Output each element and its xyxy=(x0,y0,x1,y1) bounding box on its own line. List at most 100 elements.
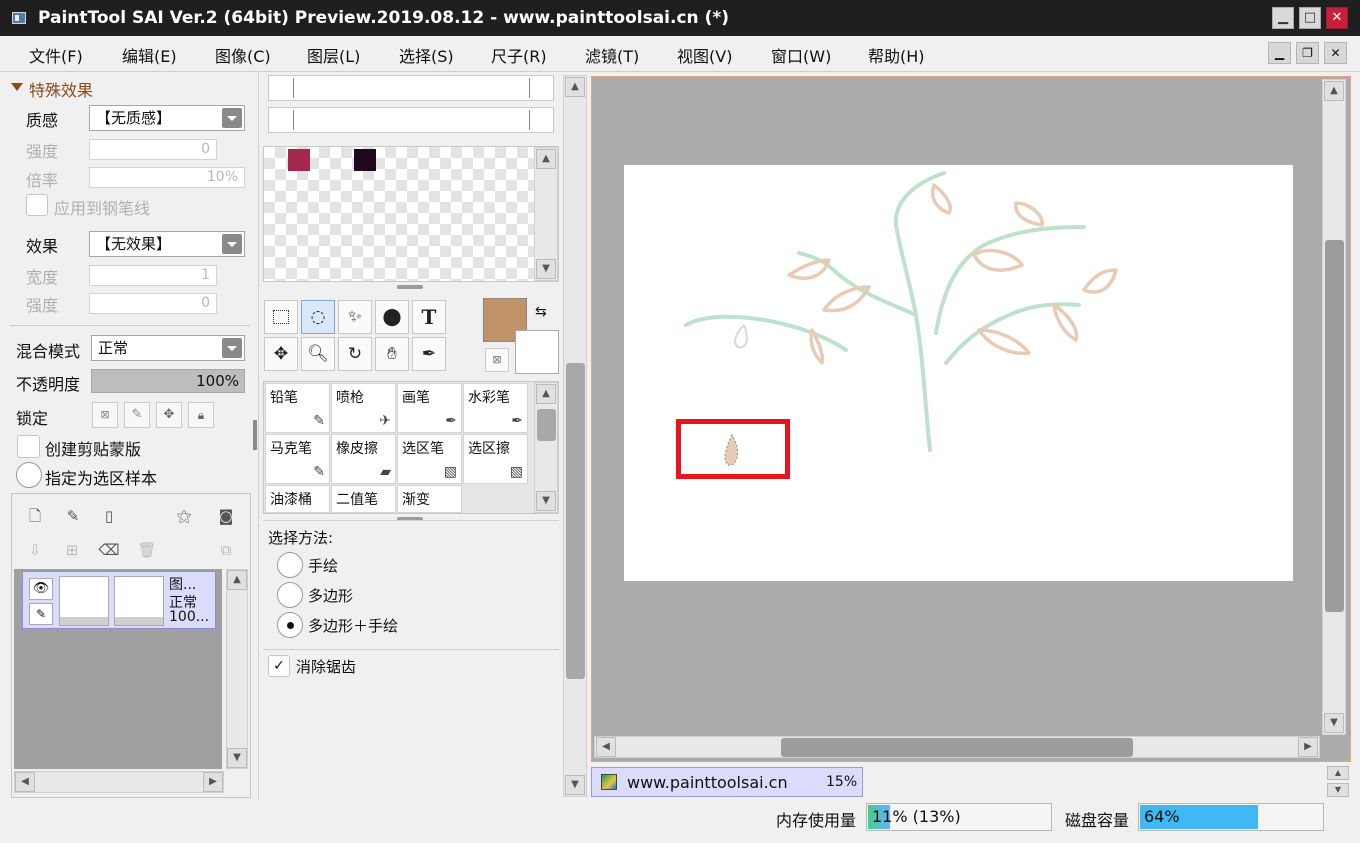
radio-polygon-freehand[interactable] xyxy=(277,612,303,638)
zoom-tool[interactable]: 🔍︎ xyxy=(301,337,335,371)
scroll-right-icon[interactable]: ▶ xyxy=(1298,737,1318,757)
new-pen-layer-icon[interactable]: ✎ xyxy=(62,505,84,527)
canvas-vscrollbar[interactable]: ▲ ▼ xyxy=(1322,79,1346,735)
move-tool[interactable]: ✥ xyxy=(264,337,298,371)
splitter-handle[interactable] xyxy=(397,285,423,289)
brush-brush[interactable]: 画笔 ✒ xyxy=(397,383,462,433)
antialias-checkbox[interactable]: ✓ xyxy=(268,655,290,677)
transparent-color-icon[interactable]: ⊠ xyxy=(485,348,509,372)
swatch-board[interactable]: ▲ ▼ xyxy=(263,146,559,282)
rotate-tool[interactable]: ↻ xyxy=(338,337,372,371)
brush-airbrush[interactable]: 喷枪 ✈ xyxy=(331,383,396,433)
drawing-canvas[interactable] xyxy=(624,165,1293,581)
brush-gradient[interactable]: 渐变 xyxy=(397,485,462,513)
brush-bucket[interactable]: 油漆桶 xyxy=(265,485,330,513)
scroll-left-icon[interactable]: ◀ xyxy=(15,772,35,792)
apply-pen-checkbox[interactable] xyxy=(26,194,48,216)
blend-mode-combo[interactable]: 正常 xyxy=(91,335,245,361)
menu-help[interactable]: 帮助(H) xyxy=(868,43,925,67)
strength2-slider[interactable]: 0 xyxy=(89,293,217,314)
lasso-tool[interactable]: ◌ xyxy=(301,300,335,334)
canvas-tab[interactable]: www.painttoolsai.cn 15% xyxy=(591,767,863,797)
hand-tool[interactable]: ✋︎ xyxy=(375,337,409,371)
menu-view[interactable]: 视图(V) xyxy=(677,43,732,67)
menu-image[interactable]: 图像(C) xyxy=(215,43,271,67)
scroll-down-icon[interactable]: ▼ xyxy=(565,775,585,795)
magic-wand-tool[interactable]: ✨︎ xyxy=(338,300,372,334)
scroll-up-icon[interactable]: ▲ xyxy=(536,149,556,169)
scroll-down-icon[interactable]: ▼ xyxy=(227,748,247,768)
tab-scroll-down-icon[interactable]: ▼ xyxy=(1327,783,1349,797)
swap-colors-icon[interactable]: ⇆ xyxy=(535,304,547,320)
layer-mask-icon[interactable]: ◙ xyxy=(215,505,237,527)
brush-scrollbar[interactable]: ▲ ▼ xyxy=(534,382,558,513)
color-swatch[interactable] xyxy=(354,149,376,171)
scroll-up-icon[interactable]: ▲ xyxy=(227,570,247,590)
brush-watercolor[interactable]: 水彩笔 ✒ xyxy=(463,383,528,433)
text-tool[interactable]: T xyxy=(412,300,446,334)
scroll-right-icon[interactable]: ▶ xyxy=(203,772,223,792)
merge-down-icon[interactable]: ⊞ xyxy=(61,539,83,561)
close-button[interactable]: ✕ xyxy=(1326,7,1348,29)
menu-filter[interactable]: 滤镜(T) xyxy=(585,43,639,67)
effects-header[interactable]: 特殊效果 xyxy=(29,77,93,101)
lock-paint-icon[interactable]: ✎ xyxy=(124,402,150,428)
scroll-thumb[interactable] xyxy=(1325,240,1344,612)
width-slider[interactable]: 1 xyxy=(89,265,217,286)
layer-copy-icon[interactable]: ⧉ xyxy=(215,539,237,561)
eyedropper-tool[interactable]: ✒ xyxy=(412,337,446,371)
mdi-restore-button[interactable]: ❐ xyxy=(1296,42,1319,64)
layer-list-scrollbar[interactable]: ▲ ▼ xyxy=(226,569,248,769)
lock-all-icon[interactable]: 🔒︎ xyxy=(188,402,214,428)
maximize-button[interactable]: □ xyxy=(1299,7,1321,29)
brush-eraser[interactable]: 橡皮擦 ▰ xyxy=(331,434,396,484)
tool-panel-scrollbar[interactable]: ▲ ▼ xyxy=(563,75,587,797)
color-swatch[interactable] xyxy=(288,149,310,171)
menu-edit[interactable]: 编辑(E) xyxy=(122,43,177,67)
minimize-button[interactable]: ▁ xyxy=(1272,7,1294,29)
brush-binary-pen[interactable]: 二值笔 xyxy=(331,485,396,513)
transfer-down-icon[interactable]: ⇩ xyxy=(24,539,46,561)
pencil-icon[interactable]: ✎ xyxy=(29,603,53,625)
color-slider-1[interactable] xyxy=(268,75,554,101)
scroll-thumb[interactable] xyxy=(537,409,556,441)
brush-pencil[interactable]: 铅笔 ✎ xyxy=(265,383,330,433)
strength-slider[interactable]: 0 xyxy=(89,139,217,160)
opacity-slider[interactable]: 100% xyxy=(91,369,245,393)
collapse-triangle-icon[interactable] xyxy=(11,83,23,91)
scroll-down-icon[interactable]: ▼ xyxy=(1324,713,1344,733)
radio-freehand[interactable] xyxy=(277,552,303,578)
scroll-thumb[interactable] xyxy=(566,363,585,679)
clear-layer-icon[interactable]: ⌫ xyxy=(98,539,120,561)
lock-move-icon[interactable]: ✥ xyxy=(156,402,182,428)
menu-window[interactable]: 窗口(W) xyxy=(771,43,831,67)
texture-combo[interactable]: 【无质感】 xyxy=(89,105,245,131)
tab-scroll-up-icon[interactable]: ▲ xyxy=(1327,766,1349,780)
effect-combo[interactable]: 【无效果】 xyxy=(89,231,245,257)
rect-select-tool[interactable] xyxy=(264,300,298,334)
menu-file[interactable]: 文件(F) xyxy=(29,43,83,67)
brush-select-pen[interactable]: 选区笔 ▧ xyxy=(397,434,462,484)
scroll-left-icon[interactable]: ◀ xyxy=(596,737,616,757)
menu-ruler[interactable]: 尺子(R) xyxy=(491,43,547,67)
swatch-scrollbar[interactable]: ▲ ▼ xyxy=(534,147,558,281)
scroll-down-icon[interactable]: ▼ xyxy=(536,491,556,511)
canvas-hscrollbar[interactable]: ◀ ▶ xyxy=(594,736,1320,758)
color-slider-2[interactable] xyxy=(268,107,554,133)
layer-effect-icon[interactable]: ⚝ xyxy=(173,505,195,527)
shape-tool[interactable]: ⬤ xyxy=(375,300,409,334)
brush-marker[interactable]: 马克笔 ✎ xyxy=(265,434,330,484)
eye-icon[interactable]: 👁︎ xyxy=(29,578,53,600)
menu-layer[interactable]: 图层(L) xyxy=(307,43,360,67)
panel-splitter-handle[interactable] xyxy=(253,420,257,450)
menu-select[interactable]: 选择(S) xyxy=(399,43,454,67)
scroll-up-icon[interactable]: ▲ xyxy=(1324,81,1344,101)
scroll-up-icon[interactable]: ▲ xyxy=(565,77,585,97)
canvas-viewport[interactable]: ▲ ▼ ◀ ▶ xyxy=(591,76,1351,762)
lock-transparency-icon[interactable]: ⊠ xyxy=(92,402,118,428)
delete-layer-icon[interactable]: 🗑︎ xyxy=(136,539,158,561)
layer-list-hscrollbar[interactable]: ◀ ▶ xyxy=(14,771,224,793)
scroll-thumb[interactable] xyxy=(781,738,1133,757)
brush-select-eraser[interactable]: 选区擦 ▧ xyxy=(463,434,528,484)
mdi-close-button[interactable]: ✕ xyxy=(1324,42,1347,64)
